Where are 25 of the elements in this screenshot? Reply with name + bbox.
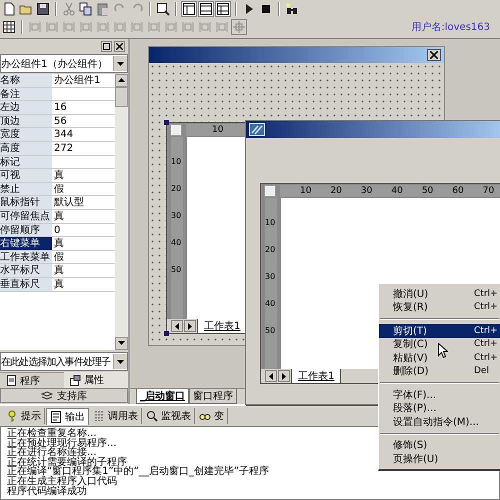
log-line: 正在生成主程序入口代码 <box>7 476 117 487</box>
ruler-number: 30 <box>360 186 372 196</box>
ruler-number: 10 <box>171 157 182 166</box>
ruler-number: 30 <box>171 211 182 220</box>
ruler-number: 70 <box>482 186 494 196</box>
user-name-label: 用户名:loves163 <box>411 20 490 34</box>
ruler-number: 40 <box>391 186 403 196</box>
log-line: 正在预处理现行易程序... <box>7 438 117 448</box>
ruler-number: 30 <box>265 272 276 281</box>
ruler-number: 50 <box>171 265 182 274</box>
ruler-number: 20 <box>171 184 182 193</box>
ruler-number: 50 <box>265 326 276 335</box>
ruler-number: 20 <box>330 186 342 196</box>
log-line: 正在检查重复名称... <box>7 429 97 439</box>
ruler-number: 40 <box>265 299 276 308</box>
ruler-number: 10 <box>265 218 276 227</box>
ruler-number: 40 <box>171 238 182 247</box>
log-line: 程序代码编译成功 <box>7 486 87 496</box>
log-line: 正在进行名称连接... <box>7 448 97 458</box>
ruler-number: 10 <box>212 125 224 135</box>
log-line: 正在编译“窗口程序集1”中的“__启动窗口_创建完毕”子程序 <box>7 467 270 477</box>
ruler-number: 60 <box>452 186 464 196</box>
ruler-number: 10 <box>300 186 312 196</box>
ruler-number: 50 <box>422 186 434 196</box>
ruler-number: 20 <box>265 245 276 254</box>
